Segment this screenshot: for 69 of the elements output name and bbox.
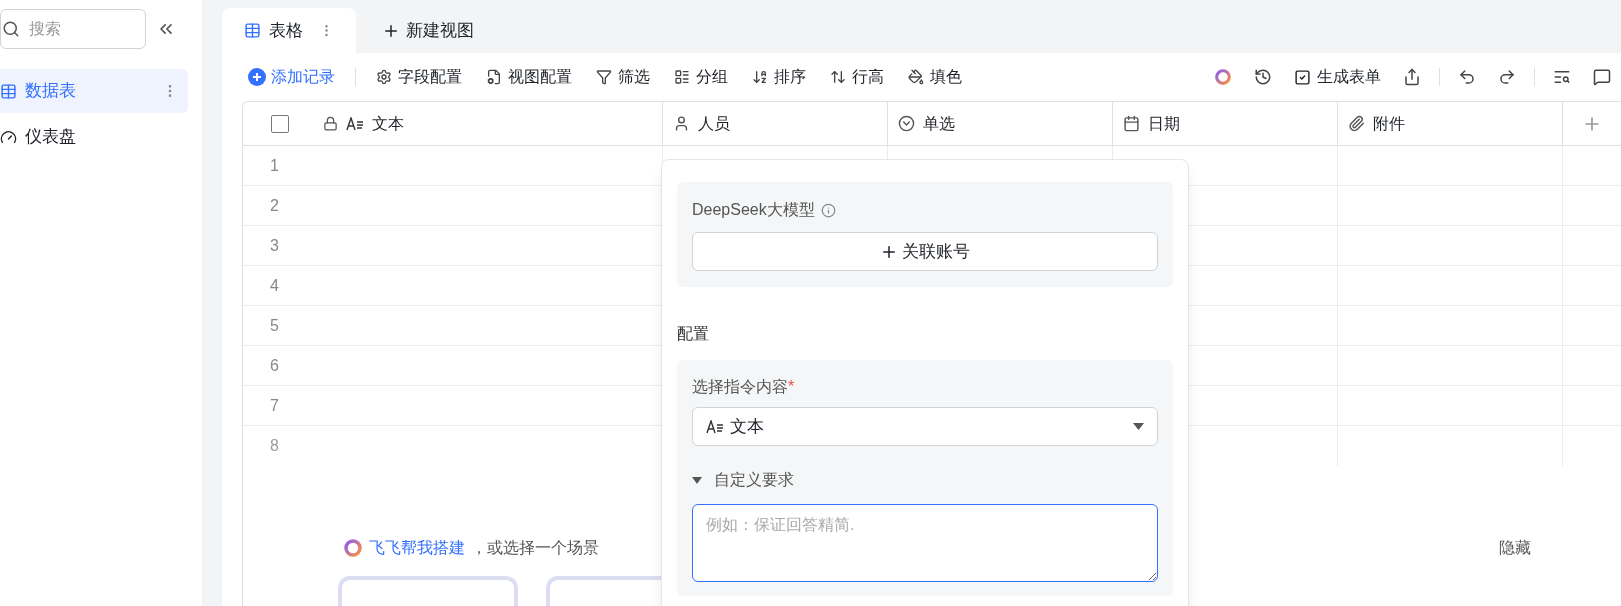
toolbar-button[interactable]: 视图配置 [486, 65, 572, 89]
ai-build-link[interactable]: 飞飞帮我搭建 [369, 536, 465, 560]
paperclip-icon [1348, 115, 1365, 132]
search-icon [2, 20, 20, 38]
column-header[interactable]: 附件 [1338, 102, 1563, 145]
list-icon [674, 69, 690, 85]
plus-circle-icon [248, 68, 266, 86]
row-number: 2 [270, 195, 279, 216]
table-icon [0, 82, 17, 100]
sidebar-item[interactable]: 仪表盘 [0, 115, 188, 159]
column-header[interactable]: 日期 [1113, 102, 1338, 145]
undo-icon[interactable] [1458, 68, 1476, 86]
ai-ring-icon[interactable] [343, 538, 363, 558]
gauge-icon [0, 128, 17, 146]
share-icon[interactable] [1403, 68, 1421, 86]
instruction-select[interactable]: 文本 [692, 407, 1158, 446]
add-record-button[interactable]: 添加记录 [248, 65, 335, 89]
generate-form-button[interactable]: 生成表单 [1294, 65, 1381, 89]
column-header[interactable]: 文本 [243, 102, 663, 145]
toolbar-button[interactable]: 分组 [674, 65, 728, 89]
model-label: DeepSeek大模型 [692, 200, 815, 220]
text-type-icon [346, 116, 364, 131]
dropdown-circle-icon [898, 115, 915, 132]
row-number: 7 [270, 395, 279, 416]
sort-icon [752, 69, 768, 85]
search-field[interactable]: 搜索 [0, 9, 146, 49]
field-label: 选择指令内容* [692, 377, 796, 397]
row-number: 6 [270, 355, 279, 376]
lock-icon [323, 116, 338, 131]
row-height-icon [830, 69, 846, 85]
toolbar-button[interactable]: 填色 [908, 65, 962, 89]
column-header[interactable]: 人员 [663, 102, 888, 145]
redo-icon[interactable] [1498, 68, 1516, 86]
row-number: 3 [270, 235, 279, 256]
row-number: 4 [270, 275, 279, 296]
filter-icon [596, 69, 612, 85]
dropdown-caret-icon [1133, 423, 1144, 430]
toolbar-button[interactable]: 排序 [752, 65, 806, 89]
paint-bucket-icon [908, 69, 924, 85]
row-number: 1 [270, 155, 279, 176]
new-view-button[interactable]: 新建视图 [356, 8, 500, 53]
row-number: 5 [270, 315, 279, 336]
toolbar-button[interactable]: 字段配置 [376, 65, 462, 89]
requirement-textarea[interactable]: 例如：保证回答精简. [692, 504, 1158, 582]
select-all-checkbox[interactable] [271, 114, 289, 133]
link-account-button[interactable]: 关联账号 [692, 232, 1158, 271]
column-header[interactable]: 单选 [888, 102, 1113, 145]
sidebar-item[interactable]: 数据表 [0, 69, 188, 113]
checkbox-icon [1294, 68, 1311, 86]
calendar-icon [1123, 115, 1140, 132]
view-tab[interactable]: 表格 [222, 8, 356, 53]
toolbar-button[interactable]: 行高 [830, 65, 884, 89]
caret-icon [692, 476, 702, 484]
comment-icon[interactable] [1593, 68, 1611, 86]
text-type-icon [706, 419, 724, 434]
info-icon[interactable] [820, 202, 836, 218]
person-icon [673, 115, 690, 132]
row-number: 8 [270, 436, 279, 456]
section-title: 配置 [677, 324, 710, 344]
history-icon[interactable] [1254, 68, 1272, 86]
hide-link[interactable]: 隐藏 [1499, 536, 1531, 560]
scene-hint: ，或选择一个场景 [471, 538, 599, 558]
document-gear-icon [486, 69, 502, 85]
search-list-icon[interactable] [1553, 68, 1571, 86]
gear-icon [376, 69, 392, 85]
custom-requirement-toggle[interactable]: 自定义要求 [692, 468, 1158, 492]
toolbar-button[interactable]: 筛选 [596, 65, 650, 89]
table-icon [244, 22, 261, 39]
ai-ring-icon[interactable] [1214, 68, 1232, 86]
